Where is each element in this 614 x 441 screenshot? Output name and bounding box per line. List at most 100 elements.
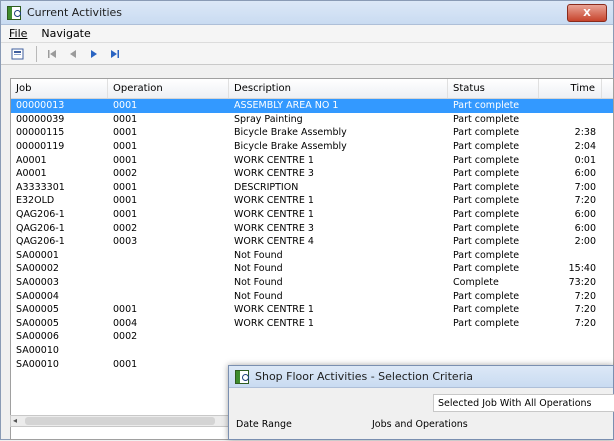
cell-time: 2:38 [574, 127, 596, 139]
previous-icon [70, 49, 76, 58]
table-row[interactable]: 00000119 0001 Bicycle Brake Assembly Part c… [11, 140, 613, 154]
cell-job: QAG206-1 [16, 209, 65, 221]
cell-description: Not Found [234, 290, 283, 302]
cell-description: WORK CENTRE 1 [234, 195, 314, 207]
cell-operation: 0001 [113, 100, 138, 112]
next-record-button[interactable] [85, 45, 103, 63]
table-row[interactable]: E32OLD 0001 WORK CENTRE 1 Part complete 7:20 [11, 194, 613, 208]
cell-description: Bicycle Brake Assembly [234, 127, 347, 139]
cell-status: Part complete [453, 127, 520, 139]
cell-status: Complete [453, 277, 499, 289]
cell-description: WORK CENTRE 1 [234, 209, 314, 221]
close-button[interactable]: X [567, 4, 607, 22]
dialog-body: Selected Job With All Operations Date Ra… [229, 388, 614, 441]
grid-body: 00000013 0001 ASSEMBLY AREA NO 1 Part compl… [11, 99, 613, 371]
cell-job: QAG206-1 [16, 222, 65, 234]
cell-time: 7:20 [574, 195, 596, 207]
cell-time: 0:01 [574, 154, 596, 166]
menu-navigate[interactable]: Navigate [41, 27, 90, 40]
cell-status: Part complete [453, 249, 520, 261]
cell-description: WORK CENTRE 1 [234, 154, 314, 166]
cell-status: Part complete [453, 317, 520, 329]
cell-status: Part complete [453, 154, 520, 166]
cell-operation: 0001 [113, 304, 138, 316]
table-row[interactable]: QAG206-1 0003 WORK CENTRE 4 Part complete 2:… [11, 235, 613, 249]
cell-job: SA00005 [16, 304, 59, 316]
cell-time: 15:40 [568, 263, 596, 275]
menu-bar: File Navigate [1, 25, 613, 43]
scroll-left-icon[interactable]: ◂ [13, 416, 17, 425]
cell-time: 6:00 [574, 222, 596, 234]
header-status[interactable]: Status [448, 79, 539, 98]
cell-operation: 0001 [113, 141, 138, 153]
table-row[interactable]: SA00005 0004 WORK CENTRE 1 Part complete 7:2… [11, 317, 613, 331]
cell-operation: 0001 [113, 181, 138, 193]
date-range-label: Date Range [236, 419, 292, 430]
cell-description: WORK CENTRE 3 [234, 222, 314, 234]
next-icon [91, 49, 97, 58]
cell-job: SA00004 [16, 290, 59, 302]
table-row[interactable]: SA00005 0001 WORK CENTRE 1 Part complete 7:2… [11, 303, 613, 317]
table-row[interactable]: A0001 0001 WORK CENTRE 1 Part complete 0:01 [11, 153, 613, 167]
table-row[interactable]: SA00004 Not Found Part complete 7:20 [11, 289, 613, 303]
scroll-thumb[interactable] [25, 417, 215, 425]
selection-icon [11, 48, 24, 59]
toolbar-separator [36, 45, 37, 62]
selection-mode-field[interactable]: Selected Job With All Operations [433, 394, 614, 412]
table-row[interactable]: SA00006 0002 [11, 330, 613, 344]
app-icon [7, 5, 21, 20]
cell-job: 00000119 [16, 141, 65, 153]
cell-job: 00000115 [16, 127, 65, 139]
horizontal-scrollbar[interactable]: ◂ [10, 415, 235, 427]
cell-operation: 0003 [113, 236, 138, 248]
header-description[interactable]: Description [229, 79, 448, 98]
table-row[interactable]: SA00002 Not Found Part complete 15:40 [11, 262, 613, 276]
cell-time: 6:00 [574, 168, 596, 180]
table-row[interactable]: SA00001 Not Found Part complete [11, 249, 613, 263]
cell-time: 6:00 [574, 209, 596, 221]
selection-criteria-button[interactable] [9, 45, 27, 63]
selection-criteria-dialog: Shop Floor Activities - Selection Criter… [228, 365, 614, 440]
table-row[interactable]: SA00010 [11, 344, 613, 358]
cell-job: SA00003 [16, 277, 59, 289]
cell-status: Part complete [453, 263, 520, 275]
title-bar: Current Activities X [1, 1, 613, 25]
cell-description: Not Found [234, 249, 283, 261]
header-time[interactable]: Time [539, 79, 602, 98]
cell-time: 2:04 [574, 141, 596, 153]
cell-status: Part complete [453, 195, 520, 207]
cell-description: DESCRIPTION [234, 181, 299, 193]
menu-file[interactable]: File [9, 27, 27, 40]
table-row[interactable]: QAG206-1 0002 WORK CENTRE 3 Part complete 6:… [11, 221, 613, 235]
table-row[interactable]: 00000013 0001 ASSEMBLY AREA NO 1 Part compl… [11, 99, 613, 113]
last-record-button[interactable] [106, 45, 124, 63]
header-operation[interactable]: Operation [108, 79, 229, 98]
previous-record-button[interactable] [64, 45, 82, 63]
cell-description: WORK CENTRE 4 [234, 236, 314, 248]
table-row[interactable]: 00000115 0001 Bicycle Brake Assembly Part c… [11, 126, 613, 140]
cell-job: SA00002 [16, 263, 59, 275]
cell-operation: 0001 [113, 127, 138, 139]
cell-description: ASSEMBLY AREA NO 1 [234, 100, 339, 112]
cell-operation: 0004 [113, 317, 138, 329]
cell-job: SA00010 [16, 344, 59, 356]
cell-operation: 0002 [113, 168, 138, 180]
table-row[interactable]: 00000039 0001 Spray Painting Part complete [11, 113, 613, 127]
table-row[interactable]: SA00003 Not Found Complete 73:20 [11, 276, 613, 290]
dialog-title: Shop Floor Activities - Selection Criter… [255, 370, 474, 383]
header-job[interactable]: Job [11, 79, 108, 98]
cell-status: Part complete [453, 168, 520, 180]
cell-status: Part complete [453, 113, 520, 125]
dialog-title-bar: Shop Floor Activities - Selection Criter… [229, 366, 613, 388]
first-record-button[interactable] [43, 45, 61, 63]
cell-status: Part complete [453, 304, 520, 316]
table-row[interactable]: QAG206-1 0001 WORK CENTRE 1 Part complete 6:… [11, 208, 613, 222]
table-row[interactable]: A0001 0002 WORK CENTRE 3 Part complete 6:00 [11, 167, 613, 181]
first-icon [48, 49, 56, 58]
cell-job: SA00001 [16, 249, 59, 261]
table-row[interactable]: A3333301 0001 DESCRIPTION Part complete 7:00 [11, 181, 613, 195]
cell-job: SA00005 [16, 317, 59, 329]
cell-description: Not Found [234, 263, 283, 275]
cell-operation: 0001 [113, 358, 138, 370]
cell-status: Part complete [453, 181, 520, 193]
